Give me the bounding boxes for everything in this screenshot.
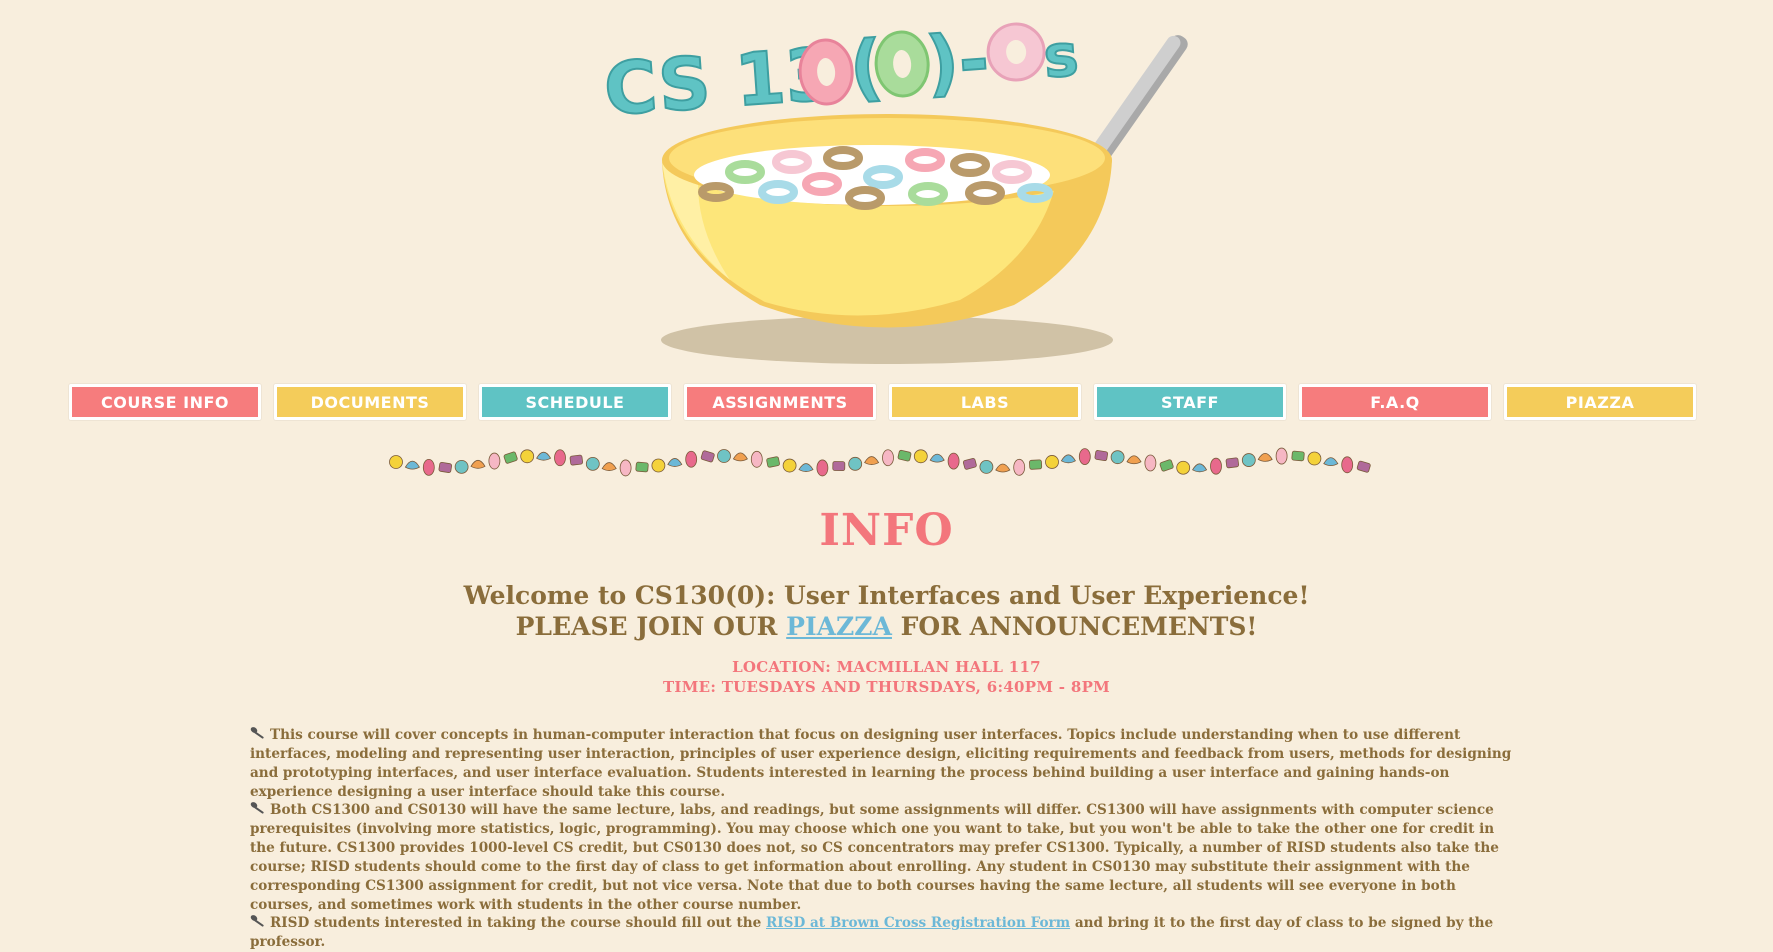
marshmallow-charm bbox=[1029, 459, 1043, 470]
marshmallow-charm bbox=[913, 449, 928, 464]
marshmallow-charm bbox=[979, 459, 994, 474]
marshmallow-charm bbox=[766, 456, 780, 468]
announcement-line: PLEASE JOIN OUR PIAZZA FOR ANNOUNCEMENTS… bbox=[0, 611, 1773, 642]
nav-piazza[interactable]: PIAZZA bbox=[1504, 384, 1696, 420]
marshmallow-charm bbox=[422, 458, 435, 476]
marshmallow-charm bbox=[454, 459, 469, 474]
section-title: INFO bbox=[819, 505, 954, 556]
marshmallow-charm bbox=[1110, 450, 1125, 465]
marshmallow-charm bbox=[520, 449, 535, 464]
marshmallow-charm bbox=[882, 449, 894, 467]
marshmallow-charm bbox=[404, 460, 420, 470]
marshmallow-charm bbox=[438, 461, 453, 473]
nav-staff[interactable]: STAFF bbox=[1094, 384, 1286, 420]
marshmallow-charm bbox=[798, 463, 814, 472]
marshmallow-charm bbox=[832, 461, 846, 472]
title-suffix: s bbox=[1041, 21, 1080, 91]
spoon-icon bbox=[250, 726, 266, 745]
nav-faq[interactable]: F.A.Q bbox=[1299, 384, 1491, 420]
marshmallow-charm bbox=[750, 450, 763, 468]
time-text: TIME: TUESDAYS AND THURSDAYS, 6:40PM - 8… bbox=[662, 678, 1111, 696]
course-description: This course will cover concepts in human… bbox=[250, 726, 1515, 802]
marshmallow-charm bbox=[470, 459, 486, 469]
marshmallow-charm bbox=[782, 458, 797, 473]
marshmallow-charm bbox=[1126, 455, 1142, 465]
marshmallow-charm bbox=[1225, 457, 1240, 469]
marshmallow-charm bbox=[651, 458, 666, 473]
risd-prefix: RISD students interested in taking the c… bbox=[270, 915, 766, 931]
marshmallow-charm bbox=[1078, 448, 1091, 466]
nav-labs[interactable]: LABS bbox=[889, 384, 1081, 420]
location-text: LOCATION: MACMILLAN HALL 117 bbox=[732, 658, 1041, 676]
marshmallow-charm bbox=[717, 449, 731, 463]
marshmallow-charm bbox=[1291, 450, 1305, 462]
marshmallow-charm bbox=[1013, 458, 1026, 476]
marshmallow-charm bbox=[1176, 460, 1191, 475]
marshmallow-charm bbox=[1144, 454, 1157, 472]
marshmallow-charm bbox=[488, 452, 501, 470]
marshmallow-charm bbox=[1356, 460, 1371, 473]
marshmallow-charm bbox=[1275, 447, 1288, 465]
marshmallow-charm bbox=[536, 451, 552, 461]
announcement-prefix: PLEASE JOIN OUR bbox=[515, 612, 787, 641]
marshmallow-charm bbox=[1045, 455, 1059, 469]
marshmallow-charm bbox=[1323, 457, 1339, 467]
marshmallow-charm bbox=[1210, 457, 1222, 475]
welcome-heading: Welcome to CS130(0): User Interfaces and… bbox=[0, 580, 1773, 642]
marshmallow-charm bbox=[1060, 454, 1076, 464]
marshmallow-charm bbox=[389, 455, 403, 469]
cereal-bowl-illustration: CS 13 ( )- s bbox=[601, 16, 1188, 364]
marshmallow-charm bbox=[1257, 453, 1273, 462]
nav-assignments[interactable]: ASSIGNMENTS bbox=[684, 384, 876, 420]
marshmallow-charm bbox=[635, 461, 649, 473]
marshmallow-charm bbox=[1307, 451, 1322, 466]
announcement-suffix: FOR ANNOUNCEMENTS! bbox=[891, 612, 1258, 641]
marshmallow-charm bbox=[667, 458, 683, 467]
marshmallow-charm bbox=[619, 459, 632, 477]
risd-form-link[interactable]: RISD at Brown Cross Registration Form bbox=[766, 915, 1070, 931]
marshmallow-charm bbox=[1159, 459, 1174, 472]
marshmallow-charm bbox=[816, 459, 829, 477]
spoon-icon bbox=[250, 914, 266, 933]
risd-registration-info: RISD students interested in taking the c… bbox=[250, 914, 1515, 952]
course-numbers-text: Both CS1300 and CS0130 will have the sam… bbox=[250, 802, 1499, 913]
course-logo[interactable]: CS 13 ( )- s bbox=[0, 0, 1773, 370]
marshmallow-charm bbox=[685, 450, 698, 468]
marshmallow-charm bbox=[897, 449, 912, 462]
marshmallow-charm bbox=[1094, 450, 1109, 462]
marshmallow-charm bbox=[929, 453, 945, 463]
description-text: This course will cover concepts in human… bbox=[250, 727, 1512, 800]
marshmallow-charm bbox=[585, 456, 600, 471]
spoon-icon bbox=[250, 801, 266, 820]
marshmallow-charm bbox=[601, 462, 617, 471]
marshmallow-charm bbox=[864, 456, 880, 465]
marshmallow-charm bbox=[995, 463, 1011, 473]
marshmallow-charm bbox=[1192, 463, 1208, 473]
marshmallow-charm bbox=[569, 454, 584, 466]
marshmallow-charm bbox=[962, 458, 977, 470]
nav-schedule[interactable]: SCHEDULE bbox=[479, 384, 671, 420]
marshmallow-charm bbox=[700, 450, 715, 463]
marshmallow-charm bbox=[732, 452, 748, 462]
marshmallow-charm bbox=[947, 452, 960, 470]
marshmallow-charm bbox=[1341, 456, 1354, 474]
marshmallow-charm bbox=[503, 451, 518, 464]
title-paren-close: )- bbox=[923, 17, 992, 105]
marshmallow-charm bbox=[848, 456, 863, 471]
marshmallow-charms-divider bbox=[389, 447, 1371, 477]
piazza-link[interactable]: PIAZZA bbox=[786, 612, 892, 641]
welcome-line: Welcome to CS130(0): User Interfaces and… bbox=[463, 581, 1310, 610]
course-title: CS 13 ( )- s bbox=[601, 16, 1082, 132]
course-numbers-info: Both CS1300 and CS0130 will have the sam… bbox=[250, 801, 1515, 915]
class-logistics: LOCATION: MACMILLAN HALL 117 TIME: TUESD… bbox=[0, 657, 1773, 697]
main-nav: COURSE INFO DOCUMENTS SCHEDULE ASSIGNMEN… bbox=[69, 384, 1696, 420]
marshmallow-charm bbox=[1241, 453, 1256, 467]
marshmallow-charm bbox=[554, 449, 566, 467]
nav-documents[interactable]: DOCUMENTS bbox=[274, 384, 466, 420]
nav-course-info[interactable]: COURSE INFO bbox=[69, 384, 261, 420]
cereal-o-lightpink bbox=[986, 22, 1046, 82]
